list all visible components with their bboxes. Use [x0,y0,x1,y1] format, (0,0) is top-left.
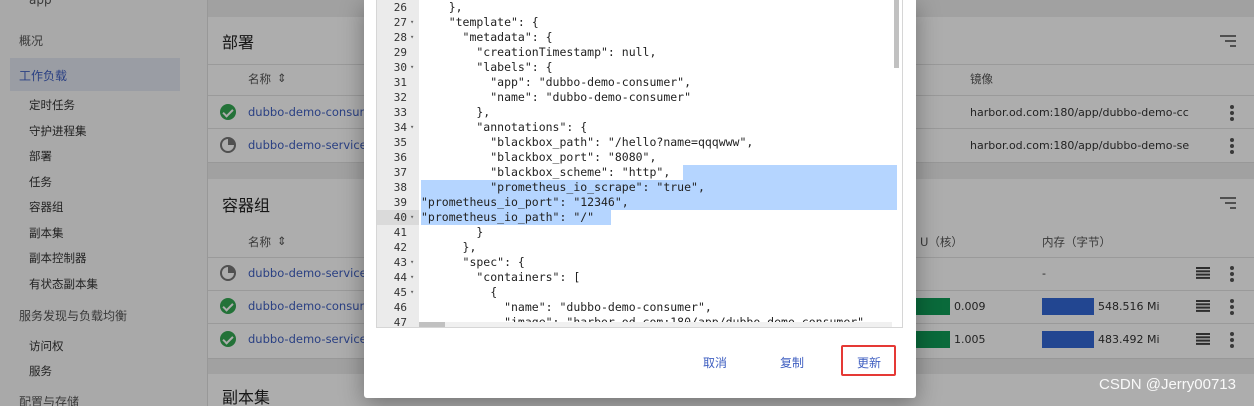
code-text[interactable]: "prometheus_io_port": "12346", [421,195,629,210]
code-text[interactable]: "creationTimestamp": null, [421,45,656,60]
line-number: 31 [393,76,407,89]
code-line[interactable]: 35 "blackbox_path": "/hello?name=qqqwww"… [377,135,902,150]
code-text[interactable]: "metadata": { [421,30,553,45]
code-line[interactable]: 31 "app": "dubbo-demo-consumer", [377,75,902,90]
line-number: 46 [393,301,407,314]
code-line[interactable]: 29 "creationTimestamp": null, [377,45,902,60]
code-line[interactable]: 44 ▾ "containers": [ [377,270,902,285]
line-number: 32 [393,91,407,104]
code-text[interactable]: "labels": { [421,60,552,75]
horizontal-scroll-track [419,322,892,327]
json-editor[interactable]: 26 }, 27 ▾ "template": {28 ▾ "metadata": {2… [376,0,903,328]
code-line[interactable]: 33 }, [377,105,902,120]
line-number: 47 [393,316,407,328]
update-button[interactable]: 更新 [857,354,881,371]
watermark: CSDN @Jerry00713 [1099,376,1236,393]
fold-toggle-icon[interactable]: ▾ [410,255,418,270]
fold-toggle-icon[interactable]: ▾ [410,285,418,300]
code-text[interactable]: "containers": [ [421,270,580,285]
line-number: 35 [393,136,407,149]
code-text[interactable]: "prometheus_io_path": "/" [421,210,594,225]
code-text[interactable]: "spec": { [421,255,525,270]
code-line[interactable]: 39 "prometheus_io_port": "12346", [377,195,902,210]
fold-toggle-icon[interactable]: ▾ [410,210,418,225]
code-text[interactable]: "annotations": { [421,120,587,135]
line-number: 42 [393,241,407,254]
code-line[interactable]: 42 }, [377,240,902,255]
code-content[interactable]: 26 }, 27 ▾ "template": {28 ▾ "metadata": {2… [377,0,902,328]
code-line[interactable]: 38 "prometheus_io_scrape": "true", [377,180,902,195]
code-text[interactable]: "app": "dubbo-demo-consumer", [421,75,691,90]
code-text[interactable]: "blackbox_port": "8080", [421,150,656,165]
code-text[interactable]: "blackbox_scheme": "http", [421,165,670,180]
horizontal-scrollbar[interactable] [419,322,445,327]
copy-button[interactable]: 复制 [780,354,804,371]
code-text[interactable]: "template": { [421,15,539,30]
cancel-button[interactable]: 取消 [703,354,727,371]
code-text[interactable]: { [421,285,497,300]
code-line[interactable]: 40 ▾ "prometheus_io_path": "/" [377,210,902,225]
code-line[interactable]: 46 "name": "dubbo-demo-consumer", [377,300,902,315]
code-text[interactable]: }, [421,0,463,15]
line-number: 29 [393,46,407,59]
code-text[interactable]: }, [421,105,490,120]
code-text[interactable]: "name": "dubbo-demo-consumer", [421,300,712,315]
line-number: 39 [393,196,407,209]
fold-toggle-icon[interactable]: ▾ [410,15,418,30]
code-text[interactable]: "prometheus_io_scrape": "true", [421,180,705,195]
line-number: 26 [393,1,407,14]
edit-resource-dialog: 26 }, 27 ▾ "template": {28 ▾ "metadata": {2… [364,0,916,398]
code-line[interactable]: 41 } [377,225,902,240]
line-number: 37 [393,166,407,179]
code-line[interactable]: 30 ▾ "labels": { [377,60,902,75]
line-number: 41 [393,226,407,239]
fold-toggle-icon[interactable]: ▾ [410,120,418,135]
code-line[interactable]: 45 ▾ { [377,285,902,300]
code-line[interactable]: 27 ▾ "template": { [377,15,902,30]
code-text[interactable]: }, [421,240,477,255]
code-line[interactable]: 28 ▾ "metadata": { [377,30,902,45]
code-text[interactable]: "name": "dubbo-demo-consumer" [421,90,691,105]
line-number: 38 [393,181,407,194]
code-line[interactable]: 32 "name": "dubbo-demo-consumer" [377,90,902,105]
line-number: 33 [393,106,407,119]
code-line[interactable]: 36 "blackbox_port": "8080", [377,150,902,165]
code-line[interactable]: 34 ▾ "annotations": { [377,120,902,135]
fold-toggle-icon[interactable]: ▾ [410,270,418,285]
code-text[interactable]: "blackbox_path": "/hello?name=qqqwww", [421,135,753,150]
fold-toggle-icon[interactable]: ▾ [410,60,418,75]
code-line[interactable]: 43 ▾ "spec": { [377,255,902,270]
fold-toggle-icon[interactable]: ▾ [410,30,418,45]
code-line[interactable]: 26 }, [377,0,902,15]
line-number: 36 [393,151,407,164]
code-line[interactable]: 37 "blackbox_scheme": "http", [377,165,902,180]
vertical-scrollbar[interactable] [894,0,899,68]
code-text[interactable]: } [421,225,483,240]
